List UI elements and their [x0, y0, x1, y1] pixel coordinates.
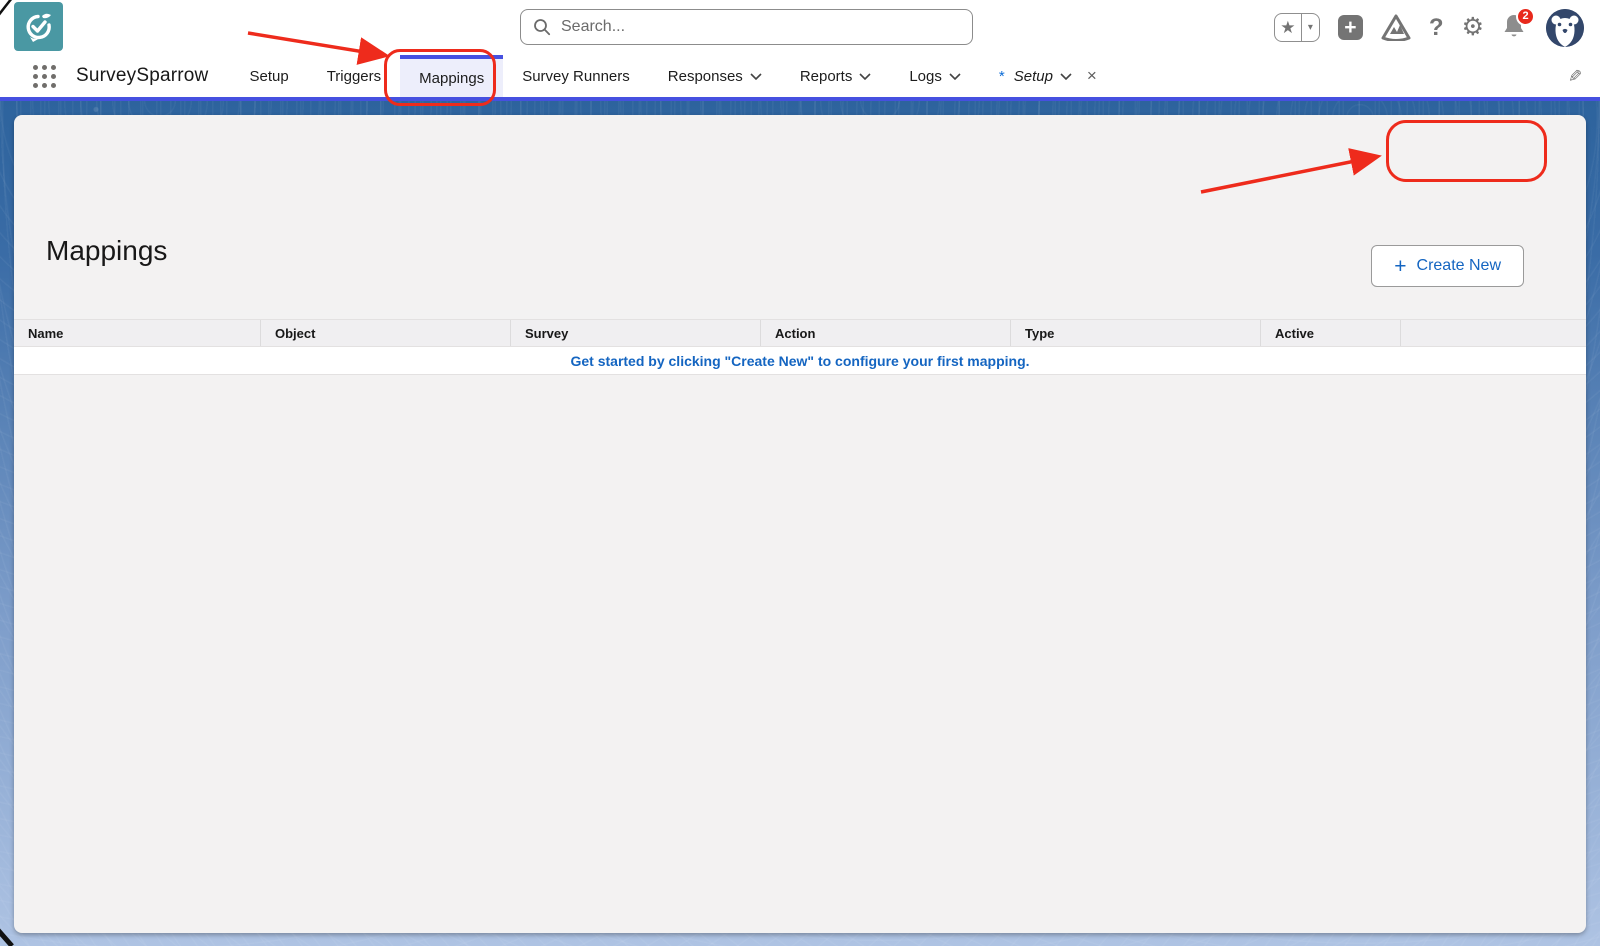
column-header-survey[interactable]: Survey	[511, 320, 761, 346]
notification-count-badge: 2	[1516, 7, 1535, 26]
plus-icon: +	[1394, 256, 1406, 277]
nav-tabs: Setup Triggers Mappings Survey Runners R…	[230, 55, 1115, 97]
column-header-active[interactable]: Active	[1261, 320, 1401, 346]
tab-responses[interactable]: Responses	[649, 55, 781, 97]
table-header-row: Name Object Survey Action Type Active	[14, 319, 1586, 347]
tab-triggers[interactable]: Triggers	[308, 55, 400, 97]
unsaved-asterisk: *	[999, 68, 1005, 85]
column-header-object[interactable]: Object	[261, 320, 511, 346]
mappings-table: Name Object Survey Action Type Active Ge…	[14, 319, 1586, 375]
empty-state-row: Get started by clicking "Create New" to …	[14, 347, 1586, 375]
tab-logs[interactable]: Logs	[890, 55, 980, 97]
favorites-button-group[interactable]: ★ ▾	[1274, 13, 1320, 42]
column-header-actions-empty	[1401, 320, 1586, 346]
plus-icon: +	[1344, 17, 1356, 38]
help-icon[interactable]: ?	[1429, 14, 1444, 42]
search-placeholder: Search...	[561, 18, 625, 36]
chevron-down-icon[interactable]	[750, 73, 762, 80]
create-new-button[interactable]: + Create New	[1371, 245, 1524, 287]
app-nav-bar: SurveySparrow Setup Triggers Mappings Su…	[0, 55, 1600, 101]
tab-setup-temporary[interactable]: * Setup ×	[980, 55, 1116, 97]
favorite-star-icon[interactable]: ★	[1275, 14, 1302, 41]
page-title: Mappings	[46, 235, 167, 267]
app-launcher-waffle-icon[interactable]	[33, 65, 56, 88]
trailhead-icon[interactable]	[1381, 14, 1411, 41]
tab-setup[interactable]: Setup	[230, 55, 307, 97]
quick-add-button[interactable]: +	[1338, 15, 1363, 40]
favorites-dropdown-icon[interactable]: ▾	[1302, 14, 1319, 41]
chevron-down-icon[interactable]	[949, 73, 961, 80]
mappings-panel: Mappings + Create New	[14, 115, 1586, 933]
tab-reports[interactable]: Reports	[781, 55, 891, 97]
chevron-down-icon[interactable]	[859, 73, 871, 80]
user-avatar[interactable]	[1546, 9, 1584, 47]
notifications-bell[interactable]: 2	[1502, 13, 1528, 43]
close-tab-icon[interactable]: ×	[1087, 66, 1097, 86]
chevron-down-icon[interactable]	[1060, 73, 1072, 80]
empty-state-message: Get started by clicking "Create New" to …	[570, 353, 1029, 369]
header-icon-cluster: ★ ▾ + ? ⚙ 2	[1274, 0, 1584, 55]
avatar-bear-icon	[1546, 9, 1584, 47]
global-search[interactable]: Search...	[520, 9, 973, 45]
create-new-label: Create New	[1417, 257, 1501, 275]
surveysparrow-logo[interactable]	[14, 2, 63, 51]
tab-mappings[interactable]: Mappings	[400, 55, 503, 97]
edit-nav-pencil-icon[interactable]: ✎	[1568, 67, 1582, 87]
column-header-type[interactable]: Type	[1011, 320, 1261, 346]
column-header-action[interactable]: Action	[761, 320, 1011, 346]
search-icon	[533, 18, 551, 36]
tab-survey-runners[interactable]: Survey Runners	[503, 55, 649, 97]
global-header: Search... ★ ▾ + ? ⚙ 2	[0, 0, 1600, 55]
app-name[interactable]: SurveySparrow	[76, 65, 208, 87]
column-header-name[interactable]: Name	[14, 320, 261, 346]
surveysparrow-bird-icon	[22, 10, 56, 44]
page-background: Mappings + Create New Name Object Survey…	[0, 101, 1600, 946]
settings-gear-icon[interactable]: ⚙	[1462, 15, 1484, 40]
